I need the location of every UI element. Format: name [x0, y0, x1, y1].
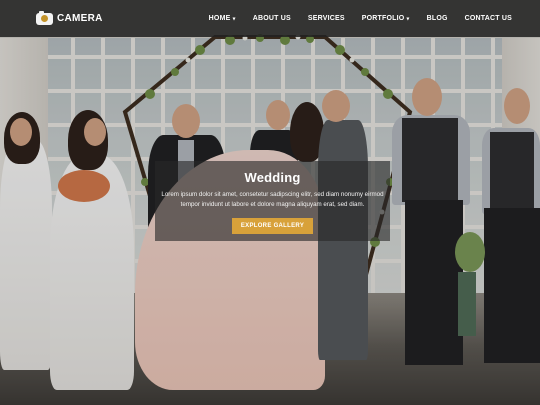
nav-item-about-us[interactable]: ABOUT US: [253, 15, 291, 22]
top-navbar: CAMERA HOME ▾ ABOUT US SERVICES PORTFOLI…: [0, 0, 540, 37]
nav-item-blog[interactable]: BLOG: [427, 15, 448, 22]
hero-title: Wedding: [244, 170, 301, 185]
nav-item-label: PORTFOLIO: [361, 15, 405, 22]
nav-item-home[interactable]: HOME ▾: [209, 15, 236, 22]
chevron-down-icon: ▾: [232, 16, 236, 22]
nav-item-label: CONTACT US: [464, 15, 512, 22]
brand-name: CAMERA: [57, 13, 103, 24]
nav-item-contact-us[interactable]: CONTACT US: [465, 15, 512, 22]
explore-gallery-button[interactable]: EXPLORE GALLERY: [231, 218, 314, 234]
hero-caption-card: Wedding Lorem ipsum dolor sit amet, cons…: [155, 161, 390, 241]
nav-item-portfolio[interactable]: PORTFOLIO ▾: [362, 15, 410, 22]
nav-item-label: SERVICES: [307, 15, 345, 22]
nav-item-label: BLOG: [426, 15, 448, 22]
brand-logo[interactable]: CAMERA: [36, 10, 103, 25]
camera-icon: [36, 10, 53, 25]
nav-item-label: ABOUT US: [252, 15, 291, 22]
chevron-down-icon: ▾: [406, 16, 410, 22]
main-nav: HOME ▾ ABOUT US SERVICES PORTFOLIO ▾ BLO…: [209, 15, 512, 22]
nav-item-label: HOME: [208, 15, 231, 22]
nav-item-services[interactable]: SERVICES: [308, 15, 345, 22]
hero-description: Lorem ipsum dolor sit amet, consetetur s…: [161, 191, 384, 208]
